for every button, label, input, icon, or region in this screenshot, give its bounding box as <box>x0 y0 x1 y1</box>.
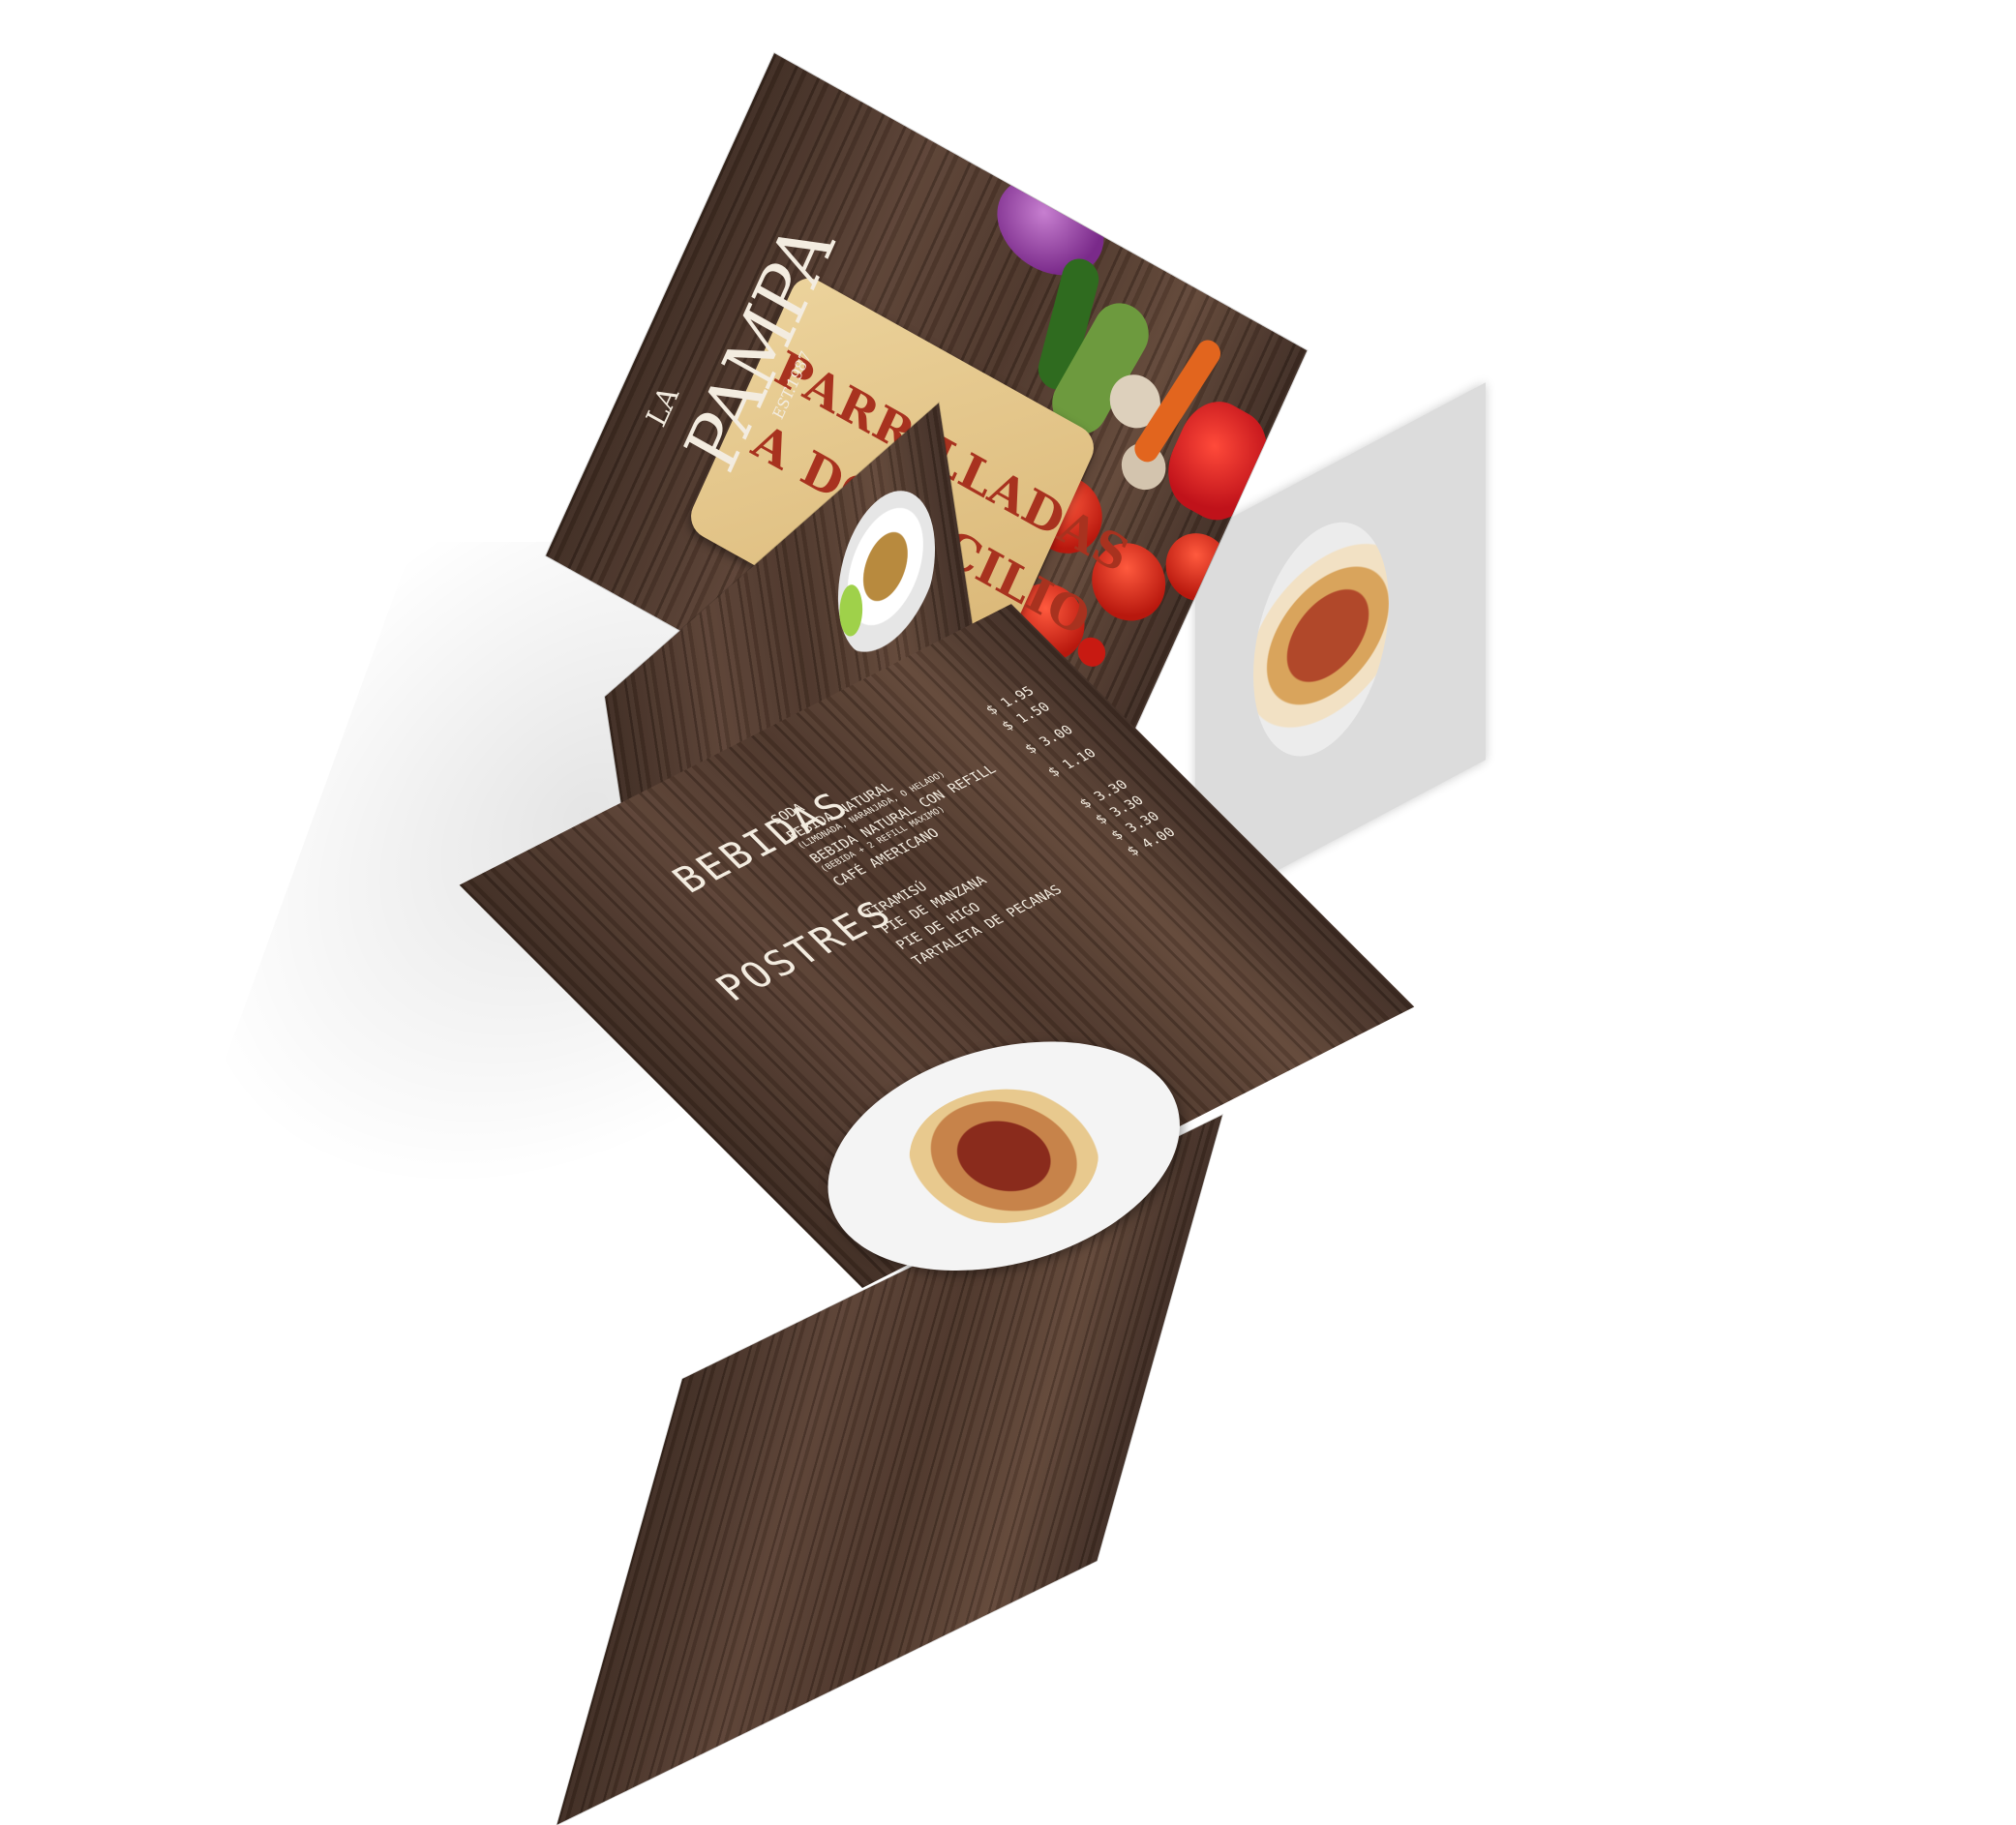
menu-mockup-scene: PARRILLADAS A DOMICILIO LA PAMPA EST.198… <box>0 0 2016 1825</box>
back-page-tart-image <box>1253 492 1389 787</box>
tart-image <box>872 1062 1136 1250</box>
